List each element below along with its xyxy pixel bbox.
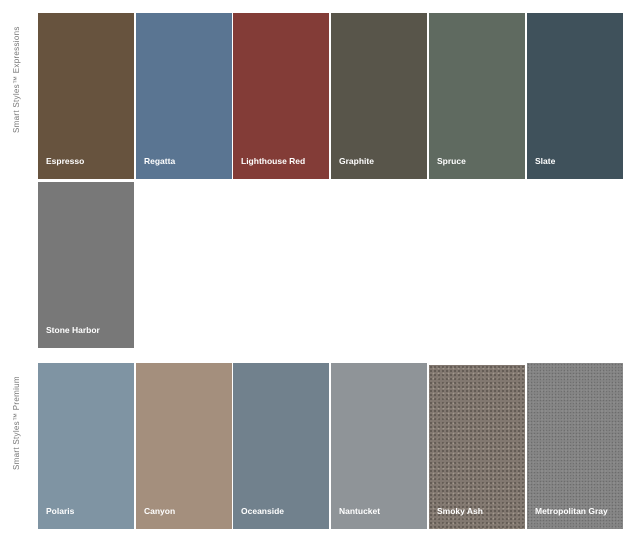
- section-label-expressions: Smart Styles™ Expressions: [12, 26, 21, 133]
- swatch-espresso[interactable]: Espresso: [38, 13, 134, 179]
- swatch-canyon[interactable]: Canyon: [136, 363, 232, 529]
- swatch-label: Slate: [535, 156, 556, 166]
- swatch-label: Oceanside: [241, 506, 284, 516]
- swatch-smoky-ash[interactable]: Smoky Ash: [429, 365, 525, 529]
- swatch-oceanside[interactable]: Oceanside: [233, 363, 329, 529]
- swatch-label: Spruce: [437, 156, 466, 166]
- swatch-label: Espresso: [46, 156, 85, 166]
- swatch-label: Nantucket: [339, 506, 381, 516]
- swatch-label: Canyon: [144, 506, 176, 516]
- swatch-graphite[interactable]: Graphite: [331, 13, 427, 179]
- swatch-spruce[interactable]: Spruce: [429, 13, 525, 179]
- swatch-stone-harbor[interactable]: Stone Harbor: [38, 182, 134, 348]
- swatch-label: Stone Harbor: [46, 325, 100, 335]
- swatch-label: Smoky Ash: [437, 506, 483, 516]
- swatch-nantucket[interactable]: Nantucket: [331, 363, 427, 529]
- section-label-premium: Smart Styles™ Premium: [12, 376, 21, 470]
- swatch-metropolitan-gray[interactable]: Metropolitan Gray: [527, 363, 623, 529]
- swatch-label: Polaris: [46, 506, 75, 516]
- swatch-lighthouse-red[interactable]: Lighthouse Red: [233, 13, 329, 179]
- swatch-label: Regatta: [144, 156, 176, 166]
- swatch-polaris[interactable]: Polaris: [38, 363, 134, 529]
- swatch-label: Metropolitan Gray: [535, 506, 608, 516]
- swatch-label: Lighthouse Red: [241, 156, 306, 166]
- swatch-regatta[interactable]: Regatta: [136, 13, 232, 179]
- swatch-slate[interactable]: Slate: [527, 13, 623, 179]
- swatch-label: Graphite: [339, 156, 374, 166]
